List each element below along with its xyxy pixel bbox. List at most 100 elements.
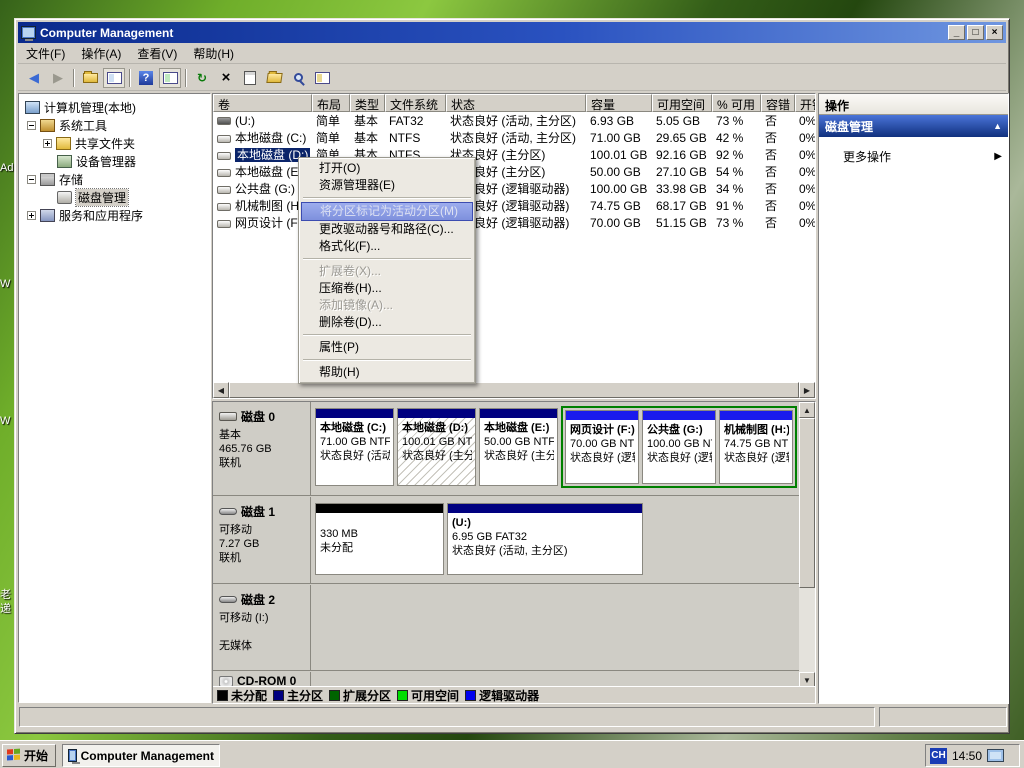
back-icon[interactable]: ◀ (23, 68, 45, 88)
disk0-label[interactable]: 磁盘 0 基本 465.76 GB 联机 (213, 402, 311, 495)
help-icon[interactable]: ? (135, 68, 157, 88)
view-icon[interactable] (287, 68, 309, 88)
scrollbar-thumb[interactable] (229, 382, 799, 398)
tree-item-shared-folders[interactable]: 共享文件夹 (19, 134, 210, 152)
scroll-up-icon[interactable]: ▲ (799, 402, 815, 418)
vertical-scrollbar[interactable]: ▲ ▼ (799, 402, 815, 688)
column-header[interactable]: 卷 (213, 94, 312, 112)
menu-item-shrink[interactable]: 压缩卷(H)... (301, 280, 473, 297)
menu-file[interactable]: 文件(F) (18, 43, 73, 64)
tree-item-disk-management[interactable]: 磁盘管理 (19, 188, 210, 206)
network-monitor-icon[interactable] (987, 749, 1004, 762)
scroll-left-icon[interactable]: ◀ (213, 382, 229, 398)
partition-h[interactable]: 机械制图 (H:) 74.75 GB NTFS 状态良好 (逻辑驱动器) (719, 410, 793, 484)
partition-c[interactable]: 本地磁盘 (C:) 71.00 GB NTFS 状态良好 (活动, 主分区) (315, 408, 394, 486)
menu-item-format[interactable]: 格式化(F)... (301, 238, 473, 255)
disk-graphical-view: 磁盘 0 基本 465.76 GB 联机 本地磁盘 (C:) 71.00 GB … (212, 401, 816, 704)
column-header[interactable]: % 可用 (712, 94, 761, 112)
menu-item-change-letter[interactable]: 更改驱动器号和路径(C)... (301, 221, 473, 238)
disk-row: 磁盘 2 可移动 (I:) 无媒体 (213, 585, 799, 671)
horizontal-scrollbar[interactable]: ◀ ▶ (213, 382, 815, 398)
more-actions-item[interactable]: 更多操作 ▶ (819, 145, 1008, 167)
tree-item-storage[interactable]: 存储 (19, 170, 210, 188)
language-indicator[interactable]: CH (930, 748, 947, 764)
disk-management-section-bar[interactable]: 磁盘管理 ▲ (819, 115, 1008, 137)
column-header[interactable]: 布局 (312, 94, 350, 112)
column-header[interactable]: 可用空间 (652, 94, 712, 112)
actions-header: 操作 (819, 94, 1008, 115)
title-bar[interactable]: Computer Management _ □ × (18, 22, 1006, 43)
cdrom-icon (219, 676, 233, 687)
menu-item-explorer[interactable]: 资源管理器(E) (301, 177, 473, 194)
tree-item-device-manager[interactable]: 设备管理器 (19, 152, 210, 170)
column-header[interactable]: 类型 (350, 94, 385, 112)
windows-logo-icon (7, 749, 21, 763)
services-icon (40, 209, 55, 222)
show-console-tree-icon[interactable] (103, 68, 125, 88)
table-row[interactable]: 本地磁盘 (C:) 简单 基本 NTFS 状态良好 (活动, 主分区) 71.0… (213, 129, 815, 146)
legend-swatch (273, 690, 284, 701)
forward-icon[interactable]: ▶ (47, 68, 69, 88)
show-action-pane-icon[interactable] (159, 68, 181, 88)
collapse-icon[interactable] (27, 175, 36, 184)
partition-band (566, 411, 638, 420)
unallocated-space[interactable]: 330 MB 未分配 (315, 503, 444, 575)
maximize-button[interactable]: □ (967, 25, 984, 40)
partition-e[interactable]: 本地磁盘 (E:) 50.00 GB NTFS 状态良好 (主分区) (479, 408, 558, 486)
partition-f[interactable]: 网页设计 (F:) 70.00 GB NTFS 状态良好 (逻辑驱动器) (565, 410, 639, 484)
tree-item-system-tools[interactable]: 系统工具 (19, 116, 210, 134)
tree-item-services-applications[interactable]: 服务和应用程序 (19, 206, 210, 224)
column-header[interactable]: 文件系统 (385, 94, 446, 112)
toolbar: ◀ ▶ ? ↻ × (18, 65, 1006, 91)
menu-item-delete-volume[interactable]: 删除卷(D)... (301, 314, 473, 331)
disk-icon (219, 412, 237, 421)
tree-item-computer-management[interactable]: 计算机管理(本地) (19, 98, 210, 116)
menu-bar: 文件(F) 操作(A) 查看(V) 帮助(H) (18, 43, 1006, 64)
taskbar-task-button[interactable]: Computer Management (62, 744, 220, 767)
computer-icon (25, 101, 40, 114)
scroll-right-icon[interactable]: ▶ (799, 382, 815, 398)
menu-item-mark-active[interactable]: 将分区标记为活动分区(M) (301, 202, 473, 221)
expand-icon[interactable] (27, 211, 36, 220)
collapse-chevron-icon[interactable]: ▲ (993, 121, 1002, 131)
open-folder-icon[interactable] (263, 68, 285, 88)
menu-item-help[interactable]: 帮助(H) (301, 364, 473, 381)
up-folder-icon[interactable] (79, 68, 101, 88)
app-icon (68, 749, 77, 762)
minimize-button[interactable]: _ (948, 25, 965, 40)
disk2-label[interactable]: 磁盘 2 可移动 (I:) 无媒体 (213, 585, 311, 670)
properties-icon[interactable] (239, 68, 261, 88)
table-row[interactable]: (U:) 简单 基本 FAT32 状态良好 (活动, 主分区) 6.93 GB … (213, 112, 815, 129)
column-header[interactable]: 容错 (761, 94, 795, 112)
legend-free: 可用空间 (397, 687, 459, 704)
partition-context-menu: 打开(O) 资源管理器(E) 将分区标记为活动分区(M) 更改驱动器号和路径(C… (298, 157, 476, 384)
menu-action[interactable]: 操作(A) (73, 43, 129, 64)
expand-icon[interactable] (43, 139, 52, 148)
start-button[interactable]: 开始 (2, 744, 56, 767)
menu-separator (303, 359, 471, 361)
disk1-label[interactable]: 磁盘 1 可移动 7.27 GB 联机 (213, 497, 311, 583)
menu-view[interactable]: 查看(V) (129, 43, 185, 64)
menu-item-properties[interactable]: 属性(P) (301, 339, 473, 356)
column-header[interactable]: 容量 (586, 94, 652, 112)
help-topics-icon[interactable] (311, 68, 333, 88)
partition-d-selected[interactable]: 本地磁盘 (D:) 100.01 GB NTFS 状态良好 (主分区) (397, 408, 476, 486)
toolbar-separator (73, 69, 75, 87)
refresh-icon[interactable]: ↻ (191, 68, 213, 88)
legend-primary: 主分区 (273, 687, 323, 704)
system-tray: CH 14:50 (925, 744, 1020, 767)
collapse-icon[interactable] (27, 121, 36, 130)
scrollbar-thumb[interactable] (799, 418, 815, 588)
delete-icon[interactable]: × (215, 68, 237, 88)
column-header[interactable]: 开销 (795, 94, 816, 112)
partition-g[interactable]: 公共盘 (G:) 100.00 GB NTFS 状态良好 (逻辑驱动器) (642, 410, 716, 484)
menu-help[interactable]: 帮助(H) (185, 43, 242, 64)
column-header[interactable]: 状态 (446, 94, 586, 112)
menu-item-open[interactable]: 打开(O) (301, 160, 473, 177)
close-button[interactable]: × (986, 25, 1003, 40)
status-bar (19, 707, 875, 727)
clock[interactable]: 14:50 (952, 749, 982, 763)
partition-band (316, 504, 443, 513)
partition-u[interactable]: (U:) 6.95 GB FAT32 状态良好 (活动, 主分区) (447, 503, 643, 575)
desktop-icon-label: W (0, 415, 10, 427)
